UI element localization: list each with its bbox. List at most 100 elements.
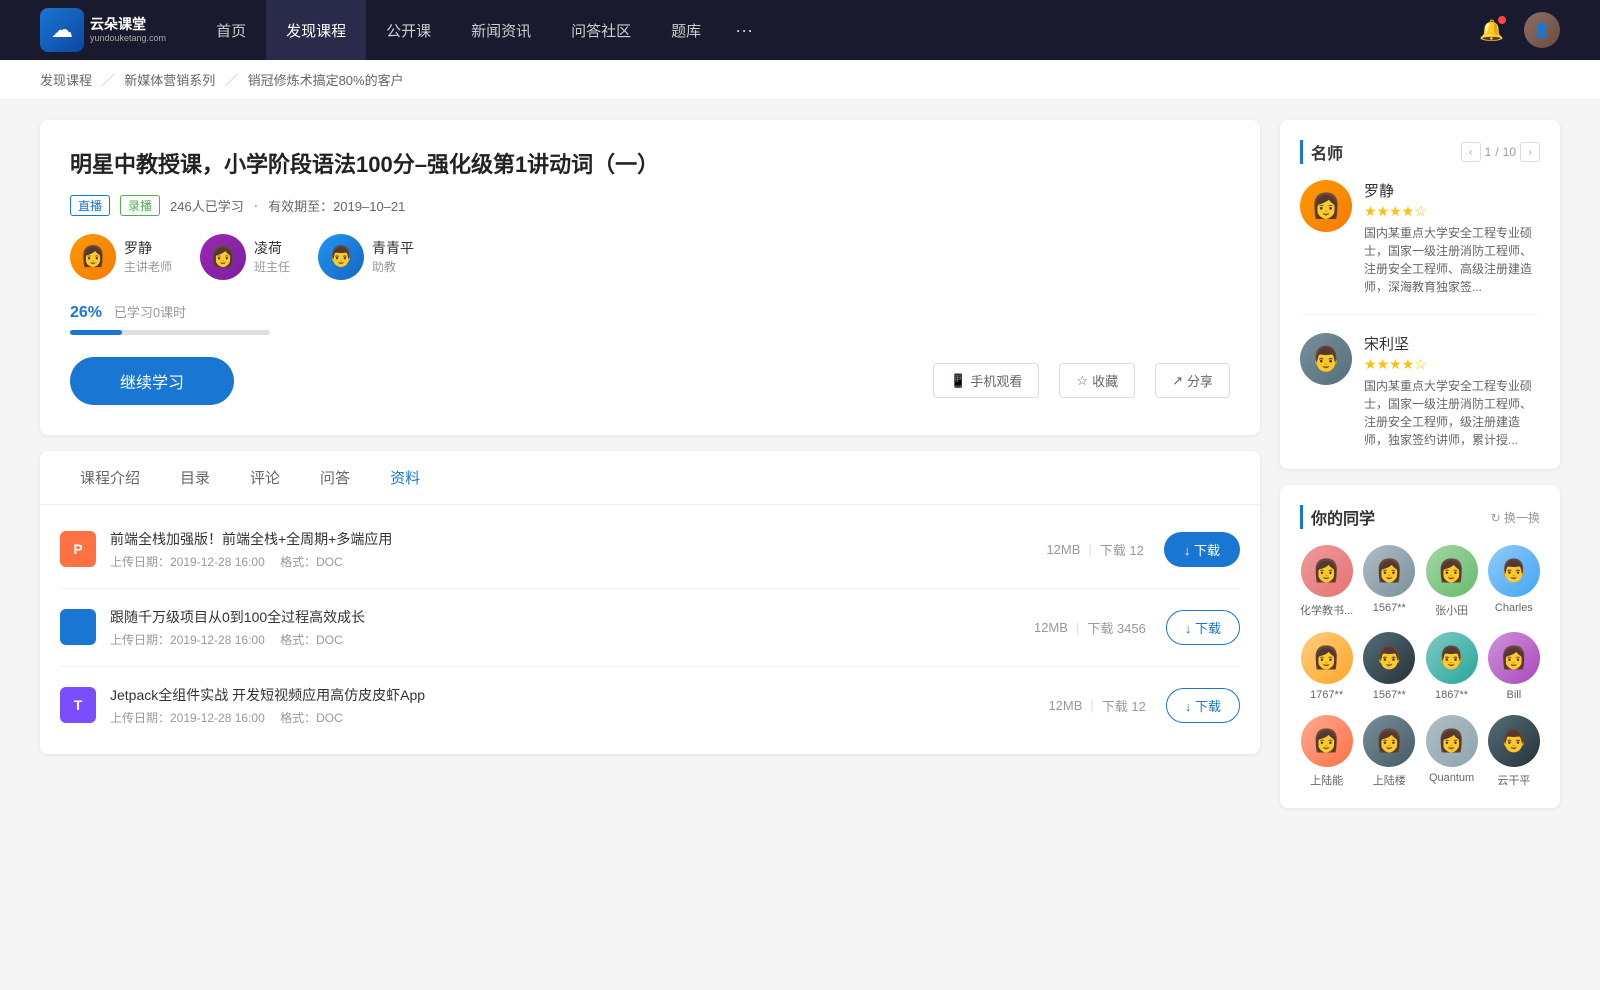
teacher-1-avatar: 👩 — [1300, 180, 1352, 232]
classmates-title: 你的同学 — [1300, 505, 1375, 529]
teachers-card: 名师 ‹ 1 / 10 › 👩 罗静 ★★★★☆ 国内某重点大学安全工程专业硕士… — [1280, 120, 1560, 469]
bell-button[interactable]: 🔔 — [1479, 18, 1504, 43]
progress-percent: 26% — [70, 304, 102, 321]
classmate-11[interactable]: 👩 Quantum — [1425, 715, 1477, 788]
classmate-6[interactable]: 👨 1567** — [1363, 632, 1415, 701]
classmate-8[interactable]: 👩 Bill — [1488, 632, 1540, 701]
classmate-12[interactable]: 👨 云干平 — [1488, 715, 1540, 788]
classmate-12-avatar: 👨 — [1488, 715, 1540, 767]
tab-catalog[interactable]: 目录 — [160, 451, 230, 504]
nav-item-exam[interactable]: 题库 — [651, 0, 721, 60]
page-current: 1 — [1485, 145, 1492, 159]
star-icon: ☆ — [1076, 373, 1088, 389]
download-button-2[interactable]: ↓ 下载 — [1166, 610, 1240, 645]
nav-item-qa[interactable]: 问答社区 — [551, 0, 651, 60]
logo[interactable]: ☁ 云朵课堂 yundouketang.com — [40, 8, 166, 52]
classmate-12-name: 云干平 — [1497, 772, 1530, 788]
classmate-3-name: 张小田 — [1435, 602, 1468, 618]
page-next[interactable]: › — [1520, 142, 1540, 162]
classmate-5[interactable]: 👩 1767** — [1300, 632, 1353, 701]
tabs-section: 课程介绍 目录 评论 问答 资料 P 前端全栈加强版！前端全栈+全周期+多端应用… — [40, 451, 1260, 754]
classmate-4-avatar: 👨 — [1488, 545, 1540, 597]
nav-item-home[interactable]: 首页 — [196, 0, 266, 60]
instructor-1-name: 罗静 — [124, 238, 172, 258]
breadcrumb-sep2: ／ — [225, 73, 238, 88]
classmate-10-avatar: 👩 — [1363, 715, 1415, 767]
continue-button[interactable]: 继续学习 — [70, 357, 234, 405]
breadcrumb-current: 销冠修炼术搞定80%的客户 — [248, 73, 404, 88]
nav-item-discover[interactable]: 发现课程 — [266, 0, 366, 60]
tab-qa[interactable]: 问答 — [300, 451, 370, 504]
resource-stats-1: 12MB | 下载 12 — [1046, 540, 1143, 559]
classmate-1-name: 化学教书... — [1300, 602, 1353, 618]
teacher-1-desc: 国内某重点大学安全工程专业硕士，国家一级注册消防工程师、注册安全工程师、高级注册… — [1364, 224, 1540, 296]
mobile-icon: 📱 — [950, 373, 966, 389]
classmate-6-avatar: 👨 — [1363, 632, 1415, 684]
teacher-1-stars: ★★★★☆ — [1364, 203, 1540, 220]
course-validity: 有效期至：2019–10–21 — [268, 196, 405, 215]
tab-comments[interactable]: 评论 — [230, 451, 300, 504]
course-meta: 直播 录播 246人已学习 · 有效期至：2019–10–21 — [70, 195, 1230, 216]
classmate-3[interactable]: 👩 张小田 — [1425, 545, 1477, 618]
classmate-4-name: Charles — [1495, 602, 1533, 614]
classmate-8-avatar: 👩 — [1488, 632, 1540, 684]
collect-link[interactable]: ☆ 收藏 — [1059, 363, 1135, 398]
classmate-1-avatar: 👩 — [1301, 545, 1353, 597]
breadcrumb-series[interactable]: 新媒体营销系列 — [124, 73, 215, 88]
resource-info-1: 前端全栈加强版！前端全栈+全周期+多端应用 上传日期：2019-12-28 16… — [110, 529, 1046, 570]
resource-icon-2: 👤 — [60, 609, 96, 645]
share-link[interactable]: ↗ 分享 — [1155, 363, 1230, 398]
classmate-11-avatar: 👩 — [1426, 715, 1478, 767]
classmate-5-avatar: 👩 — [1301, 632, 1353, 684]
instructor-3-info: 青青平 助教 — [372, 238, 414, 275]
classmates-grid: 👩 化学教书... 👩 1567** 👩 张小田 👨 Charles — [1300, 545, 1540, 788]
logo-icon: ☁ — [40, 8, 84, 52]
instructor-1-info: 罗静 主讲老师 — [124, 238, 172, 275]
page-total: 10 — [1503, 145, 1516, 159]
resource-item-2: 👤 跟随千万级项目从0到100全过程高效成长 上传日期：2019-12-28 1… — [60, 589, 1240, 667]
resource-list: P 前端全栈加强版！前端全栈+全周期+多端应用 上传日期：2019-12-28 … — [40, 505, 1260, 754]
course-students: 246人已学习 — [170, 196, 244, 215]
classmate-7-avatar: 👨 — [1426, 632, 1478, 684]
tag-record: 录播 — [120, 195, 160, 216]
teacher-2-detail: 宋利坚 ★★★★☆ 国内某重点大学安全工程专业硕士，国家一级注册消防工程师、注册… — [1364, 333, 1540, 449]
tab-intro[interactable]: 课程介绍 — [60, 451, 160, 504]
refresh-button[interactable]: ↻ 换一换 — [1491, 509, 1540, 526]
teacher-item-2: 👨 宋利坚 ★★★★☆ 国内某重点大学安全工程专业硕士，国家一级注册消防工程师、… — [1300, 333, 1540, 449]
user-avatar[interactable]: 👤 — [1524, 12, 1560, 48]
tab-resources[interactable]: 资料 — [370, 451, 440, 504]
teacher-item-1: 👩 罗静 ★★★★☆ 国内某重点大学安全工程专业硕士，国家一级注册消防工程师、注… — [1300, 180, 1540, 315]
progress-learned: 已学习0课时 — [114, 305, 186, 320]
instructor-1-role: 主讲老师 — [124, 258, 172, 275]
breadcrumb-discover[interactable]: 发现课程 — [40, 73, 92, 88]
nav-item-news[interactable]: 新闻资讯 — [451, 0, 551, 60]
classmate-4[interactable]: 👨 Charles — [1488, 545, 1540, 618]
action-row: 继续学习 📱 手机观看 ☆ 收藏 ↗ 分享 — [70, 357, 1230, 405]
nav-item-open[interactable]: 公开课 — [366, 0, 451, 60]
classmate-10-name: 上陆楼 — [1373, 772, 1406, 788]
nav-right: 🔔 👤 — [1479, 12, 1560, 48]
meta-dot: · — [254, 198, 258, 213]
teacher-2-stars: ★★★★☆ — [1364, 356, 1540, 373]
classmate-2[interactable]: 👩 1567** — [1363, 545, 1415, 618]
instructor-3-avatar: 👨 — [318, 234, 364, 280]
teacher-2-desc: 国内某重点大学安全工程专业硕士，国家一级注册消防工程师、注册安全工程师，级注册建… — [1364, 377, 1540, 449]
download-button-3[interactable]: ↓ 下载 — [1166, 688, 1240, 723]
download-button-1[interactable]: ↓ 下载 — [1164, 532, 1240, 567]
mobile-watch-link[interactable]: 📱 手机观看 — [933, 363, 1039, 398]
nav-more[interactable]: ··· — [721, 0, 767, 60]
page-prev[interactable]: ‹ — [1461, 142, 1481, 162]
resource-info-3: Jetpack全组件实战 开发短视频应用高仿皮皮虾App 上传日期：2019-1… — [110, 685, 1048, 726]
classmate-10[interactable]: 👩 上陆楼 — [1363, 715, 1415, 788]
resource-name-3: Jetpack全组件实战 开发短视频应用高仿皮皮虾App — [110, 685, 1048, 705]
instructor-2-role: 班主任 — [254, 258, 290, 275]
classmate-1[interactable]: 👩 化学教书... — [1300, 545, 1353, 618]
progress-bar-bg — [70, 330, 270, 335]
resource-info-2: 跟随千万级项目从0到100全过程高效成长 上传日期：2019-12-28 16:… — [110, 607, 1034, 648]
classmate-9[interactable]: 👩 上陆能 — [1300, 715, 1353, 788]
classmate-7[interactable]: 👨 1867** — [1425, 632, 1477, 701]
resource-meta-2: 上传日期：2019-12-28 16:00 格式：DOC — [110, 631, 1034, 648]
instructors-row: 👩 罗静 主讲老师 👩 凌荷 班主任 👨 青青平 — [70, 234, 1230, 280]
resource-icon-3: T — [60, 687, 96, 723]
teacher-2-name: 宋利坚 — [1364, 333, 1540, 354]
